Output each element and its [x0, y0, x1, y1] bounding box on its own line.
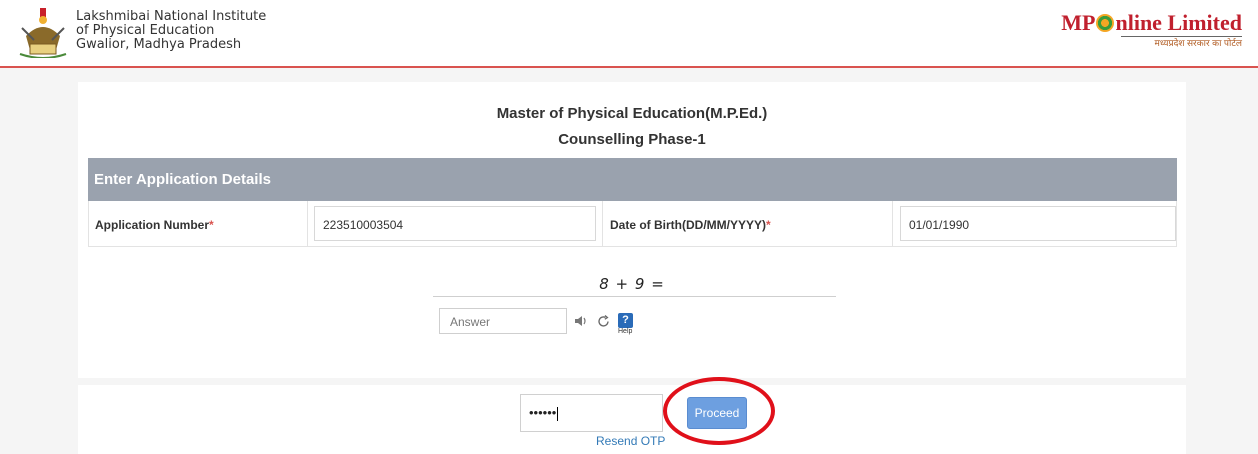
- dob-field[interactable]: 01/01/1990: [900, 206, 1176, 241]
- dob-label: Date of Birth(DD/MM/YYYY)*: [610, 218, 771, 232]
- application-number-field[interactable]: 223510003504: [314, 206, 596, 241]
- institute-emblem-icon: [19, 8, 67, 58]
- refresh-icon[interactable]: [597, 315, 610, 328]
- column-divider: [602, 201, 603, 246]
- page-subtitle: Counselling Phase-1: [558, 131, 706, 148]
- mponline-logo: MP nline Limited मध्यप्रदेश सरकार का पोर्…: [1061, 12, 1242, 48]
- required-marker: *: [209, 218, 214, 232]
- captcha-question: 8 + 9 =: [599, 275, 665, 293]
- brand-o-icon: [1096, 14, 1115, 32]
- column-divider: [307, 201, 308, 246]
- application-number-label: Application Number*: [95, 218, 214, 232]
- application-form-panel: Master of Physical Education(M.P.Ed.) Co…: [78, 82, 1186, 378]
- institute-name-line1: Lakshmibai National Institute: [76, 9, 267, 24]
- otp-input[interactable]: ••••••: [520, 394, 663, 432]
- page-title: Master of Physical Education(M.P.Ed.): [496, 105, 768, 122]
- institute-name: Lakshmibai National Institute of Physica…: [76, 10, 266, 52]
- brand-prefix: MP: [1061, 10, 1096, 35]
- resend-otp-link[interactable]: Resend OTP: [596, 434, 665, 448]
- brand-tagline: मध्यप्रदेश सरकार का पोर्टल: [1154, 38, 1242, 48]
- site-header: Lakshmibai National Institute of Physica…: [0, 0, 1258, 68]
- captcha-answer-input[interactable]: Answer: [439, 308, 567, 334]
- help-label[interactable]: Help: [618, 328, 632, 335]
- column-divider: [892, 201, 893, 246]
- application-details-row: Application Number* 223510003504 Date of…: [88, 201, 1177, 247]
- brand-divider: [1121, 36, 1242, 37]
- speaker-icon[interactable]: [574, 315, 588, 327]
- institute-name-line2: of Physical Education: [76, 23, 215, 38]
- section-heading: Enter Application Details: [88, 158, 1177, 201]
- institute-name-line3: Gwalior, Madhya Pradesh: [76, 37, 242, 52]
- captcha-divider: [433, 296, 836, 297]
- help-icon[interactable]: ?: [618, 313, 633, 328]
- proceed-button[interactable]: Proceed: [687, 397, 747, 429]
- brand-suffix: nline Limited: [1115, 10, 1242, 35]
- required-marker: *: [766, 218, 771, 232]
- otp-masked-value: ••••••: [529, 405, 557, 420]
- text-caret: [557, 406, 559, 421]
- otp-panel: •••••• Proceed Resend OTP: [78, 377, 1186, 454]
